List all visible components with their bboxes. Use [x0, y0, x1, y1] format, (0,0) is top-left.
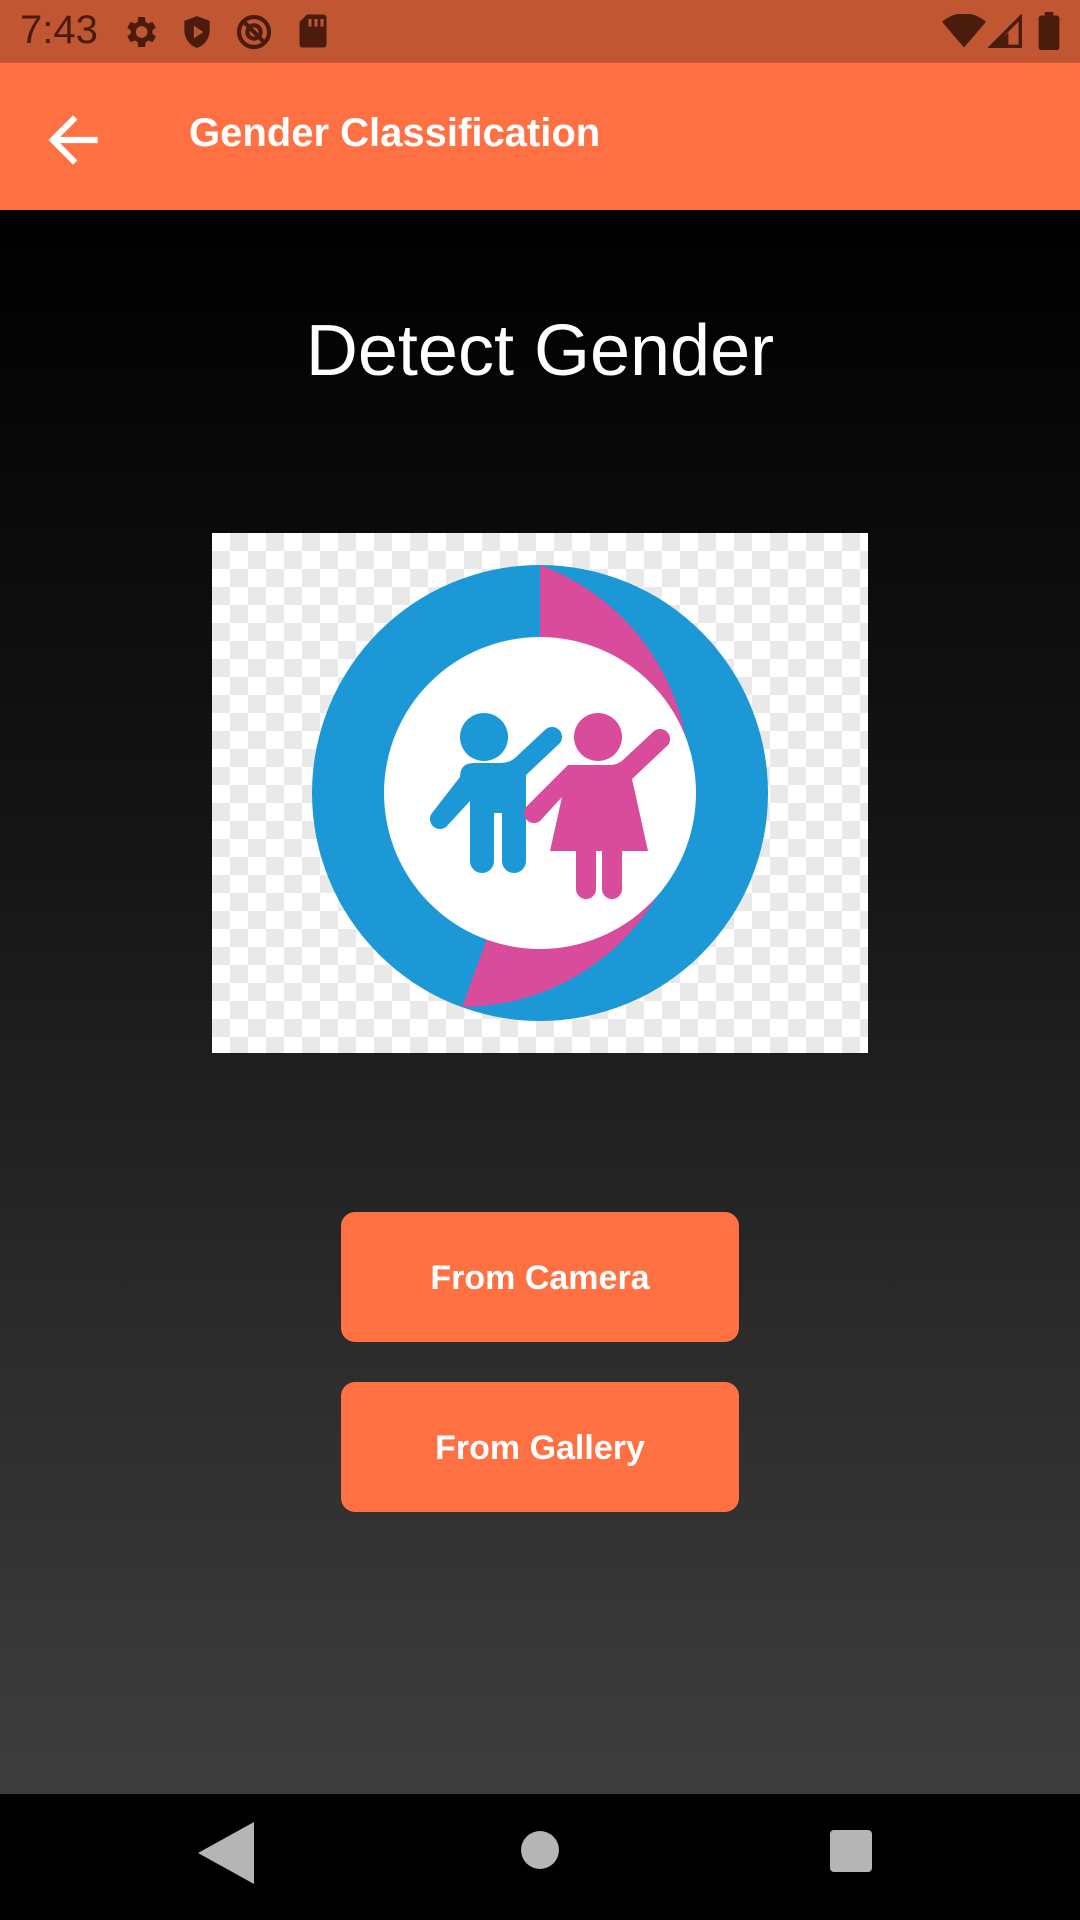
cell-signal-icon — [987, 13, 1022, 53]
shield-play-icon — [178, 12, 216, 57]
nav-home-button[interactable] — [520, 1830, 560, 1875]
back-triangle-icon — [198, 1822, 254, 1884]
main-content: Detect Gender From Camera From Gallery — [0, 210, 1080, 1794]
app-title: Gender Classification — [189, 111, 601, 155]
back-button[interactable] — [36, 103, 110, 177]
page-heading: Detect Gender — [305, 311, 775, 391]
app-bar: Gender Classification — [0, 63, 1080, 210]
recents-square-icon — [830, 1830, 872, 1872]
settings-icon — [120, 12, 160, 57]
nav-recents-button[interactable] — [830, 1830, 872, 1877]
gender-classification-logo — [212, 533, 868, 1053]
nav-back-button[interactable] — [198, 1822, 254, 1889]
arrow-back-icon — [48, 115, 98, 165]
status-bar: 7:43 — [0, 0, 1080, 63]
from-camera-button[interactable]: From Camera — [341, 1212, 739, 1342]
wifi-icon — [942, 13, 986, 53]
no-location-icon — [234, 12, 274, 57]
sd-card-icon — [298, 12, 328, 55]
home-circle-icon — [521, 1831, 559, 1869]
system-nav-bar — [0, 1794, 1080, 1920]
battery-icon — [1038, 12, 1060, 55]
status-time: 7:43 — [20, 8, 98, 52]
from-gallery-button[interactable]: From Gallery — [341, 1382, 739, 1512]
